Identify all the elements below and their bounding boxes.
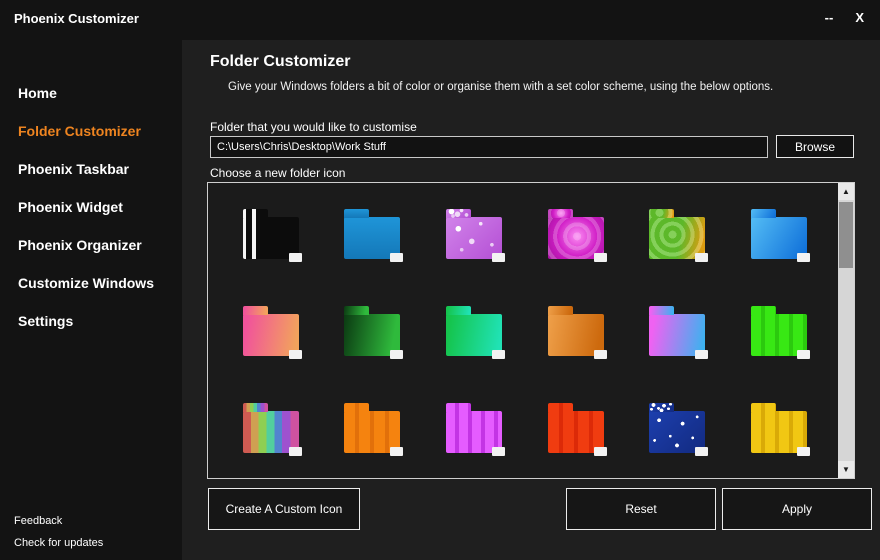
folder-icon-orange-shaded[interactable]: [548, 314, 604, 356]
sidebar-nav: Home Folder Customizer Phoenix Taskbar P…: [0, 40, 182, 340]
scrollbar-thumb[interactable]: [839, 202, 853, 268]
scrollbar[interactable]: ▲ ▼: [838, 183, 854, 478]
folder-path-row: Browse: [210, 135, 854, 158]
folder-icon-rainbow-stripes[interactable]: [243, 411, 299, 453]
folder-icon-cell: [423, 185, 525, 282]
sidebar-footer: Feedback Check for updates: [0, 510, 182, 554]
folder-icon-cell: [220, 379, 322, 476]
sidebar-item-phoenix-organizer[interactable]: Phoenix Organizer: [0, 226, 182, 264]
folder-path-label: Folder that you would like to customise: [210, 120, 417, 134]
folder-icon-magenta-cyan-gradient[interactable]: [649, 314, 705, 356]
scroll-down-icon[interactable]: ▼: [838, 461, 854, 478]
folder-icon-panel: ▲ ▼: [207, 182, 855, 479]
sidebar-item-phoenix-widget[interactable]: Phoenix Widget: [0, 188, 182, 226]
sidebar-item-customize-windows[interactable]: Customize Windows: [0, 264, 182, 302]
folder-icon-cell: [525, 185, 627, 282]
folder-icon-magenta-swirl[interactable]: [548, 217, 604, 259]
sidebar-item-settings[interactable]: Settings: [0, 302, 182, 340]
folder-icon-red[interactable]: [548, 411, 604, 453]
folder-icon-dark-green-gradient[interactable]: [344, 314, 400, 356]
folder-icon-cell: [423, 282, 525, 379]
icon-picker-label: Choose a new folder icon: [210, 166, 345, 180]
main-content: Folder Customizer Give your Windows fold…: [182, 40, 880, 560]
reset-button[interactable]: Reset: [566, 488, 716, 530]
scroll-up-icon[interactable]: ▲: [838, 183, 854, 200]
folder-icon-starry-night[interactable]: [649, 411, 705, 453]
page-description: Give your Windows folders a bit of color…: [228, 81, 856, 93]
folder-icon-cell: [627, 379, 729, 476]
folder-icon-cell: [627, 282, 729, 379]
folder-icon-cell: [627, 185, 729, 282]
folder-icon-green-cyan-gradient[interactable]: [446, 314, 502, 356]
create-custom-icon-button[interactable]: Create A Custom Icon: [208, 488, 360, 530]
folder-icon-cell: [525, 282, 627, 379]
folder-icon-purple-sparkles[interactable]: [446, 217, 502, 259]
feedback-link[interactable]: Feedback: [0, 510, 182, 532]
folder-icon-cell: [728, 282, 830, 379]
sidebar-item-folder-customizer[interactable]: Folder Customizer: [0, 112, 182, 150]
window-controls: -- X: [823, 10, 866, 25]
apply-button[interactable]: Apply: [722, 488, 872, 530]
folder-icon-blue-gradient[interactable]: [751, 217, 807, 259]
folder-icon-violet-stripes[interactable]: [446, 411, 502, 453]
app-title: Phoenix Customizer: [14, 11, 139, 26]
folder-icon-gold[interactable]: [751, 411, 807, 453]
folder-icon-pink-orange[interactable]: [243, 314, 299, 356]
folder-icon-cell: [322, 282, 424, 379]
folder-icon-green-orange-swirl[interactable]: [649, 217, 705, 259]
close-icon[interactable]: X: [853, 10, 866, 25]
folder-icon-grid: [220, 185, 830, 476]
folder-icon-cell: [728, 185, 830, 282]
minimize-icon[interactable]: --: [823, 10, 836, 25]
folder-icon-cell: [220, 282, 322, 379]
check-for-updates-link[interactable]: Check for updates: [0, 532, 182, 554]
folder-icon-bright-green[interactable]: [751, 314, 807, 356]
sidebar: Home Folder Customizer Phoenix Taskbar P…: [0, 40, 182, 560]
folder-icon-black-white-stripes[interactable]: [243, 217, 299, 259]
sidebar-item-phoenix-taskbar[interactable]: Phoenix Taskbar: [0, 150, 182, 188]
folder-icon-cell: [728, 379, 830, 476]
folder-icon-cell: [423, 379, 525, 476]
folder-path-input[interactable]: [210, 136, 768, 158]
folder-icon-cell: [322, 185, 424, 282]
browse-button[interactable]: Browse: [776, 135, 854, 158]
title-bar: Phoenix Customizer -- X: [0, 0, 880, 40]
folder-icon-orange[interactable]: [344, 411, 400, 453]
folder-icon-cell: [322, 379, 424, 476]
folder-icon-cell: [220, 185, 322, 282]
sidebar-item-home[interactable]: Home: [0, 74, 182, 112]
page-title: Folder Customizer: [210, 53, 350, 71]
folder-icon-cell: [525, 379, 627, 476]
folder-icon-blue[interactable]: [344, 217, 400, 259]
